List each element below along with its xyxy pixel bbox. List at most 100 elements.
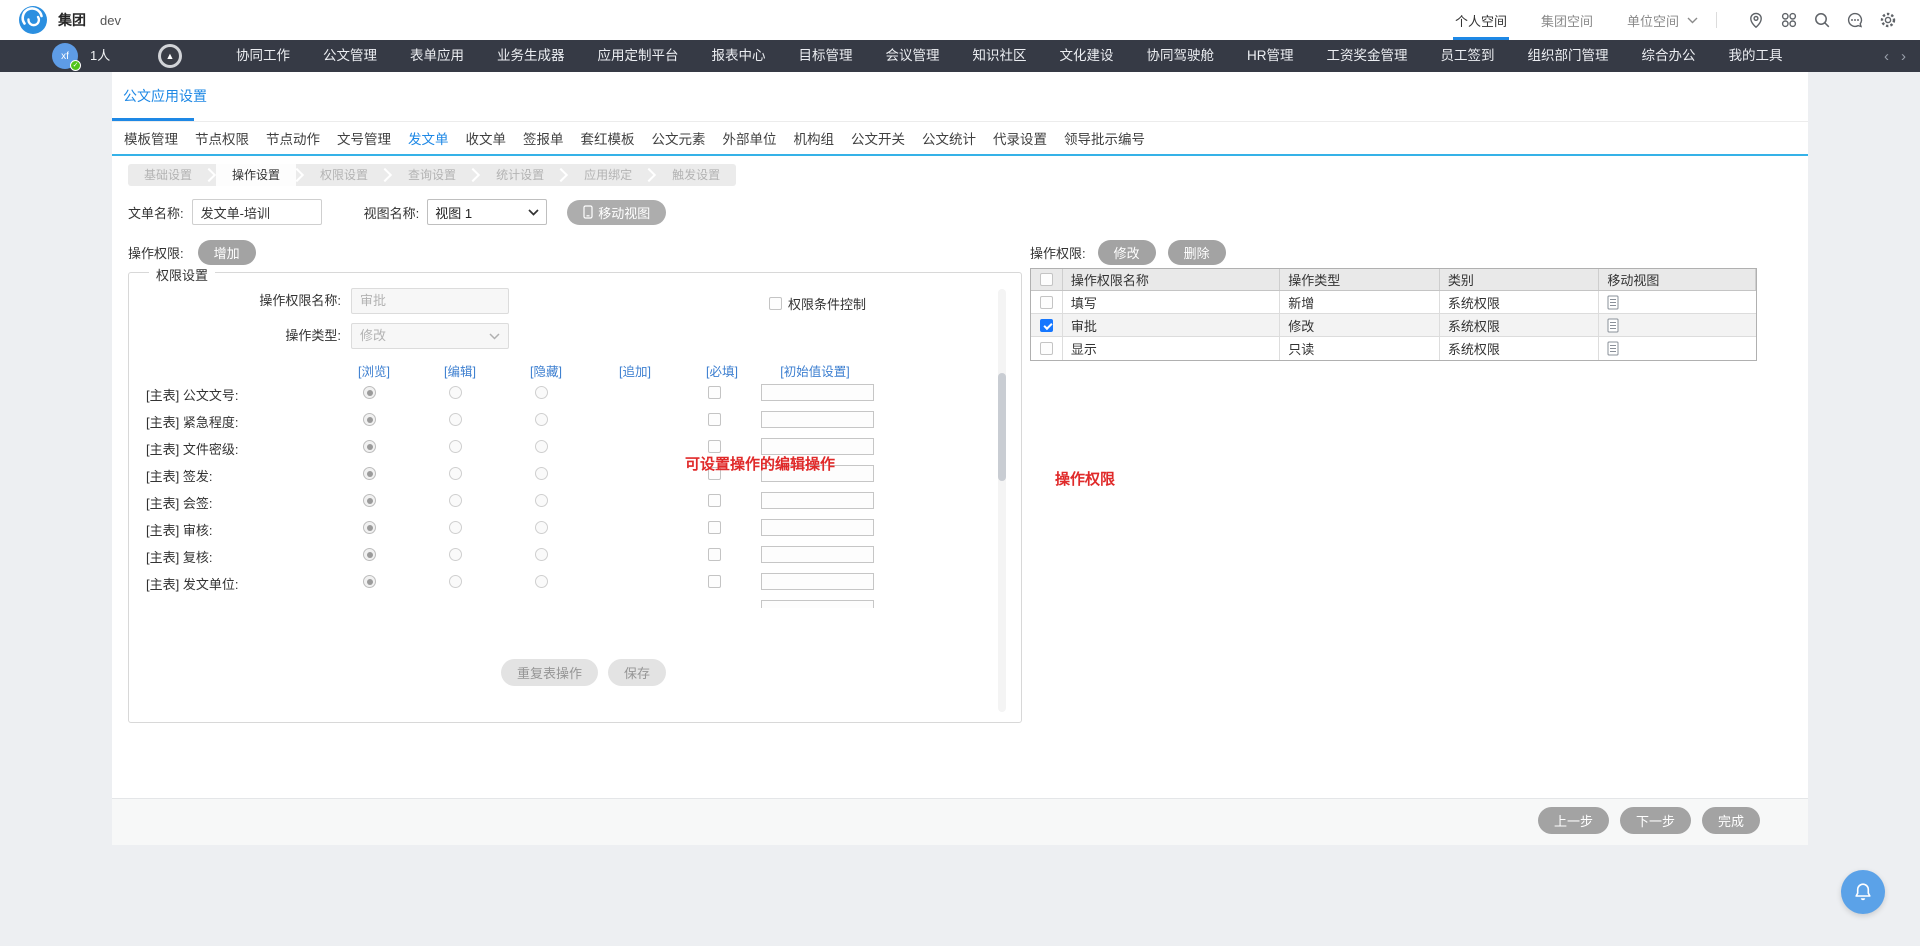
- prev-step-button[interactable]: 上一步: [1538, 807, 1609, 834]
- select-all-checkbox[interactable]: [1040, 273, 1053, 286]
- grid-column-header-0[interactable]: [浏览]: [358, 361, 390, 380]
- wizard-step-3[interactable]: 查询设置: [392, 164, 472, 186]
- edit-radio[interactable]: [449, 440, 462, 453]
- browse-radio[interactable]: [363, 413, 376, 426]
- row-checkbox[interactable]: [1040, 342, 1053, 355]
- space-personal[interactable]: 个人空间: [1455, 11, 1507, 30]
- subtab-9[interactable]: 外部单位: [721, 128, 779, 148]
- mobile-view-cell[interactable]: [1599, 337, 1756, 360]
- nav-item-8[interactable]: 知识社区: [973, 40, 1027, 72]
- subtab-8[interactable]: 公文元素: [650, 128, 708, 148]
- perm-name-input[interactable]: 审批: [351, 288, 509, 314]
- user-avatar[interactable]: xf ✓: [52, 43, 78, 69]
- hide-radio[interactable]: [535, 440, 548, 453]
- nav-item-0[interactable]: 协同工作: [236, 40, 290, 72]
- nav-item-3[interactable]: 业务生成器: [497, 40, 565, 72]
- hide-radio[interactable]: [535, 494, 548, 507]
- initial-value-input[interactable]: [761, 519, 874, 536]
- grid-column-header-5[interactable]: [初始值设置]: [780, 361, 849, 380]
- edit-radio[interactable]: [449, 467, 462, 480]
- nav-scroll-right-icon[interactable]: ›: [1901, 48, 1906, 65]
- grid-column-header-3[interactable]: [追加]: [619, 361, 651, 380]
- nav-item-6[interactable]: 目标管理: [799, 40, 853, 72]
- edit-radio[interactable]: [449, 494, 462, 507]
- mobile-view-cell[interactable]: [1599, 314, 1756, 336]
- table-row[interactable]: 显示只读系统权限: [1031, 337, 1756, 360]
- hide-radio[interactable]: [535, 548, 548, 561]
- hide-radio[interactable]: [535, 467, 548, 480]
- row-checkbox[interactable]: [1040, 296, 1053, 309]
- notification-bell-button[interactable]: [1841, 870, 1885, 914]
- condition-checkbox[interactable]: [769, 297, 782, 310]
- mobile-view-cell[interactable]: [1599, 291, 1756, 313]
- subtab-10[interactable]: 机构组: [792, 128, 837, 148]
- required-checkbox[interactable]: [708, 386, 721, 399]
- table-row[interactable]: 填写新增系统权限: [1031, 291, 1756, 314]
- browse-radio[interactable]: [363, 575, 376, 588]
- modify-permission-button[interactable]: 修改: [1098, 240, 1156, 265]
- wizard-step-5[interactable]: 应用绑定: [568, 164, 648, 186]
- space-unit[interactable]: 单位空间: [1627, 11, 1679, 30]
- subtab-1[interactable]: 节点权限: [193, 128, 251, 148]
- nav-item-1[interactable]: 公文管理: [323, 40, 377, 72]
- nav-item-13[interactable]: 员工签到: [1441, 40, 1495, 72]
- initial-value-input[interactable]: [761, 573, 874, 590]
- subtab-3[interactable]: 文号管理: [335, 128, 393, 148]
- nav-item-11[interactable]: HR管理: [1247, 40, 1294, 72]
- edit-radio[interactable]: [449, 521, 462, 534]
- tab-gongwen-app-settings[interactable]: 公文应用设置: [123, 72, 207, 121]
- view-name-select[interactable]: 视图 1: [427, 199, 547, 225]
- hide-radio[interactable]: [535, 413, 548, 426]
- subtab-4[interactable]: 发文单: [406, 128, 451, 148]
- grid-column-header-2[interactable]: [隐藏]: [530, 361, 562, 380]
- browse-radio[interactable]: [363, 440, 376, 453]
- table-row[interactable]: 审批修改系统权限: [1031, 314, 1756, 337]
- nav-item-16[interactable]: 我的工具: [1729, 40, 1783, 72]
- edit-radio[interactable]: [449, 386, 462, 399]
- chevron-down-icon[interactable]: [1687, 17, 1698, 24]
- subtab-12[interactable]: 公文统计: [920, 128, 978, 148]
- wizard-step-1[interactable]: 操作设置: [216, 164, 296, 186]
- required-checkbox[interactable]: [708, 413, 721, 426]
- required-checkbox[interactable]: [708, 548, 721, 561]
- required-checkbox[interactable]: [708, 575, 721, 588]
- initial-value-input[interactable]: [761, 411, 874, 428]
- doc-name-input[interactable]: [192, 199, 322, 225]
- edit-radio[interactable]: [449, 548, 462, 561]
- subtab-2[interactable]: 节点动作: [264, 128, 322, 148]
- scrollbar-thumb[interactable]: [998, 373, 1006, 481]
- space-group[interactable]: 集团空间: [1541, 11, 1593, 30]
- initial-value-input[interactable]: [761, 600, 874, 608]
- wizard-step-4[interactable]: 统计设置: [480, 164, 560, 186]
- search-icon[interactable]: [1812, 10, 1832, 30]
- location-pin-icon[interactable]: [1746, 10, 1766, 30]
- workspace-switch-icon[interactable]: ▲: [158, 44, 182, 68]
- nav-scroll-left-icon[interactable]: ‹: [1884, 48, 1889, 65]
- chat-icon[interactable]: [1845, 10, 1865, 30]
- subtab-5[interactable]: 收文单: [464, 128, 509, 148]
- initial-value-input[interactable]: [761, 492, 874, 509]
- repeat-table-button[interactable]: 重复表操作: [501, 659, 598, 686]
- subtab-7[interactable]: 套红模板: [579, 128, 637, 148]
- nav-item-4[interactable]: 应用定制平台: [598, 40, 679, 72]
- nav-item-10[interactable]: 协同驾驶舱: [1147, 40, 1215, 72]
- browse-radio[interactable]: [363, 548, 376, 561]
- nav-item-2[interactable]: 表单应用: [410, 40, 464, 72]
- edit-radio[interactable]: [449, 575, 462, 588]
- hide-radio[interactable]: [535, 575, 548, 588]
- subtab-11[interactable]: 公文开关: [849, 128, 907, 148]
- nav-item-5[interactable]: 报表中心: [712, 40, 766, 72]
- initial-value-input[interactable]: [761, 546, 874, 563]
- subtab-13[interactable]: 代录设置: [991, 128, 1049, 148]
- browse-radio[interactable]: [363, 521, 376, 534]
- browse-radio[interactable]: [363, 494, 376, 507]
- mobile-view-button[interactable]: 移动视图: [567, 200, 666, 225]
- subtab-6[interactable]: 签报单: [521, 128, 566, 148]
- grid-column-header-1[interactable]: [编辑]: [444, 361, 476, 380]
- required-checkbox[interactable]: [708, 494, 721, 507]
- browse-radio[interactable]: [363, 386, 376, 399]
- add-permission-button[interactable]: 增加: [198, 240, 256, 265]
- gear-icon[interactable]: [1878, 10, 1898, 30]
- hide-radio[interactable]: [535, 521, 548, 534]
- initial-value-input[interactable]: [761, 384, 874, 401]
